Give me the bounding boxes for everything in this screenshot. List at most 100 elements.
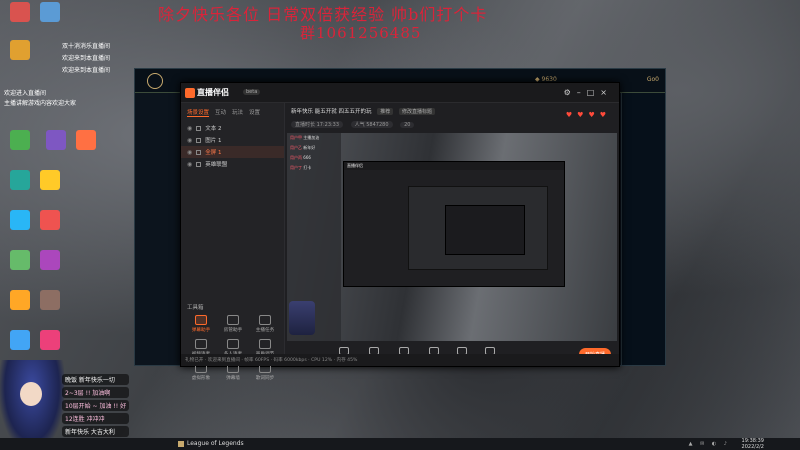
tool-room-admin[interactable]: 房管助手 bbox=[217, 315, 249, 333]
desktop-app-icon[interactable] bbox=[34, 170, 66, 192]
gift-icon[interactable]: ♥ bbox=[566, 111, 577, 119]
notification-line: 欢迎来到本直播间 bbox=[62, 55, 111, 62]
layer-checkbox[interactable] bbox=[196, 137, 202, 143]
notification-line: 主播讲解游戏内容欢迎大家 bbox=[4, 100, 77, 107]
tab-interact[interactable]: 互动 bbox=[215, 108, 226, 117]
tab-play[interactable]: 玩法 bbox=[232, 108, 243, 117]
layer-checkbox[interactable] bbox=[196, 149, 202, 155]
desktop-app-icon[interactable] bbox=[34, 330, 66, 352]
desktop-app-icon[interactable] bbox=[70, 130, 102, 152]
desktop-app-icon[interactable] bbox=[4, 290, 36, 312]
app-icon bbox=[76, 130, 96, 150]
taskbar-app-lol[interactable]: League of Legends bbox=[178, 440, 244, 447]
desktop-app-icon[interactable] bbox=[40, 130, 72, 152]
share-icon[interactable]: ♥ bbox=[577, 111, 588, 119]
layer-item[interactable]: ◉ 图片 1 bbox=[181, 134, 284, 146]
stream-companion-window[interactable]: 直播伴侣 beta ⚙–□× 场景设置 互动 玩法 设置 ◉ 文本 2 ◉ 图片 1… bbox=[180, 82, 620, 381]
scene-tabs: 场景设置 互动 玩法 设置 bbox=[181, 103, 284, 122]
nested-preview-window: 直播伴侣 bbox=[343, 161, 565, 287]
eye-icon[interactable]: ◉ bbox=[187, 161, 192, 168]
toolbox-grid: 弹幕助手 房管助手 主播任务 视频连麦 多人连麦 画质调节 虚拟形象 弹幕墙 歌… bbox=[185, 315, 281, 381]
app-icon bbox=[10, 210, 30, 230]
eye-icon[interactable]: ◉ bbox=[187, 137, 192, 144]
vtuber-face bbox=[20, 382, 42, 406]
minimize-icon[interactable]: – bbox=[577, 88, 587, 97]
lol-friends-panel[interactable] bbox=[621, 93, 665, 365]
overlay-chat-line: 晚饭 新年快乐一切 bbox=[62, 374, 130, 385]
tab-scene[interactable]: 场景设置 bbox=[187, 108, 210, 117]
desktop-app-icon[interactable] bbox=[34, 250, 66, 272]
vtuber-avatar-mini bbox=[289, 301, 315, 335]
version-badge: beta bbox=[243, 89, 261, 95]
close-icon[interactable]: × bbox=[600, 88, 613, 97]
app-icon bbox=[40, 2, 60, 22]
edit-title-button[interactable]: 修改直播标题 bbox=[399, 108, 436, 115]
danmaku-icon bbox=[195, 315, 207, 325]
tool-danmaku[interactable]: 弹幕助手 bbox=[185, 315, 217, 333]
windows-taskbar: League of Legends ▲ ✉ ◐ ♪ 19:38:39 2022/2… bbox=[0, 438, 800, 450]
recommend-tag[interactable]: 推荐 bbox=[377, 108, 394, 115]
status-bar: 礼物已开 · 欢迎来到直播间 · 帧率 60FPS · 码率 6000kbps … bbox=[181, 354, 619, 366]
quality-icon bbox=[259, 339, 271, 349]
companion-titlebar: 直播伴侣 beta ⚙–□× bbox=[181, 83, 619, 103]
overlay-chat: 晚饭 新年快乐一切 2~3层 !! 加油啊 10层开始 ~ 加油 !! 好 12… bbox=[62, 374, 130, 439]
lol-username[interactable]: Go0 bbox=[647, 76, 659, 83]
tool-tasks[interactable]: 主播任务 bbox=[249, 315, 281, 333]
layer-checkbox[interactable] bbox=[196, 125, 202, 131]
overlay-chat-line: 2~3层 !! 加油啊 bbox=[62, 387, 130, 398]
settings-icon[interactable]: ⚙ bbox=[564, 88, 577, 97]
app-icon bbox=[10, 250, 30, 270]
app-icon bbox=[10, 330, 30, 350]
app-icon bbox=[46, 130, 66, 150]
desktop-app-icon[interactable] bbox=[4, 170, 36, 192]
app-icon bbox=[40, 210, 60, 230]
companion-logo-icon bbox=[185, 87, 195, 98]
stat-duration: 直播时长 17:23:33 bbox=[291, 121, 344, 128]
system-tray[interactable]: ▲ ✉ ◐ ♪ bbox=[689, 441, 730, 447]
header-icons[interactable]: ♥♥♥♥ bbox=[566, 111, 611, 119]
window-controls[interactable]: ⚙–□× bbox=[564, 88, 613, 97]
desktop-app-icon[interactable] bbox=[4, 130, 36, 152]
video-icon bbox=[195, 339, 207, 349]
desktop-app-icon[interactable] bbox=[4, 210, 36, 232]
taskbar-clock[interactable]: 19:38:39 2022/2/2 bbox=[742, 438, 764, 450]
app-icon bbox=[10, 40, 30, 60]
friend-row[interactable] bbox=[622, 117, 665, 123]
scene-panel: 场景设置 互动 玩法 设置 ◉ 文本 2 ◉ 图片 1 ◉ 全屏 1 ◉ 英雄联盟 工具… bbox=[181, 103, 285, 381]
eye-icon[interactable]: ◉ bbox=[187, 149, 192, 156]
stream-stats: 直播时长 17:23:33 人气 5847280 20 bbox=[285, 119, 619, 131]
desktop-app-icon[interactable] bbox=[4, 2, 36, 24]
desktop-app-icon[interactable] bbox=[34, 210, 66, 232]
layer-item[interactable]: ◉ 文本 2 bbox=[181, 122, 284, 134]
nested-preview-window-3 bbox=[445, 205, 525, 255]
live-preview[interactable]: 用户甲 主播加油 用户乙 新年好 用户丙 666 用户丁 打卡 直播伴侣 bbox=[287, 133, 617, 341]
stream-title: 新年快乐 能五开就 四五五开的玩 bbox=[291, 109, 372, 115]
nested-preview-window-2 bbox=[408, 186, 548, 270]
more-icon[interactable]: ♥ bbox=[600, 111, 611, 119]
layer-item-selected[interactable]: ◉ 全屏 1 bbox=[181, 146, 284, 158]
bell-icon[interactable]: ♥ bbox=[588, 111, 599, 119]
chat-line: 用户丙 666 bbox=[290, 155, 311, 160]
app-icon bbox=[10, 130, 30, 150]
app-icon bbox=[10, 2, 30, 22]
vtuber-avatar bbox=[0, 360, 64, 450]
desktop-app-icon[interactable] bbox=[4, 250, 36, 272]
lol-logo-icon[interactable] bbox=[147, 73, 163, 89]
eye-icon[interactable]: ◉ bbox=[187, 125, 192, 132]
layer-checkbox[interactable] bbox=[196, 161, 202, 167]
companion-logo: 直播伴侣 bbox=[185, 87, 229, 98]
overlay-chat-line: 12连胜 冲冲冲 bbox=[62, 413, 130, 424]
stat-likes: 20 bbox=[400, 122, 415, 128]
layer-item[interactable]: ◉ 英雄联盟 bbox=[181, 158, 284, 170]
task-icon bbox=[259, 315, 271, 325]
overlay-chat-line: 新年快乐 大吉大利 bbox=[62, 426, 130, 437]
app-icon bbox=[40, 330, 60, 350]
chat-line: 用户乙 新年好 bbox=[290, 145, 316, 150]
tab-settings[interactable]: 设置 bbox=[249, 108, 260, 117]
desktop-app-icon[interactable] bbox=[4, 330, 36, 352]
desktop-app-icon[interactable] bbox=[34, 290, 66, 312]
desktop-app-icon[interactable] bbox=[4, 40, 36, 62]
chat-line: 用户丁 打卡 bbox=[290, 165, 312, 170]
desktop-app-icon[interactable] bbox=[34, 2, 66, 24]
maximize-icon[interactable]: □ bbox=[587, 88, 601, 97]
